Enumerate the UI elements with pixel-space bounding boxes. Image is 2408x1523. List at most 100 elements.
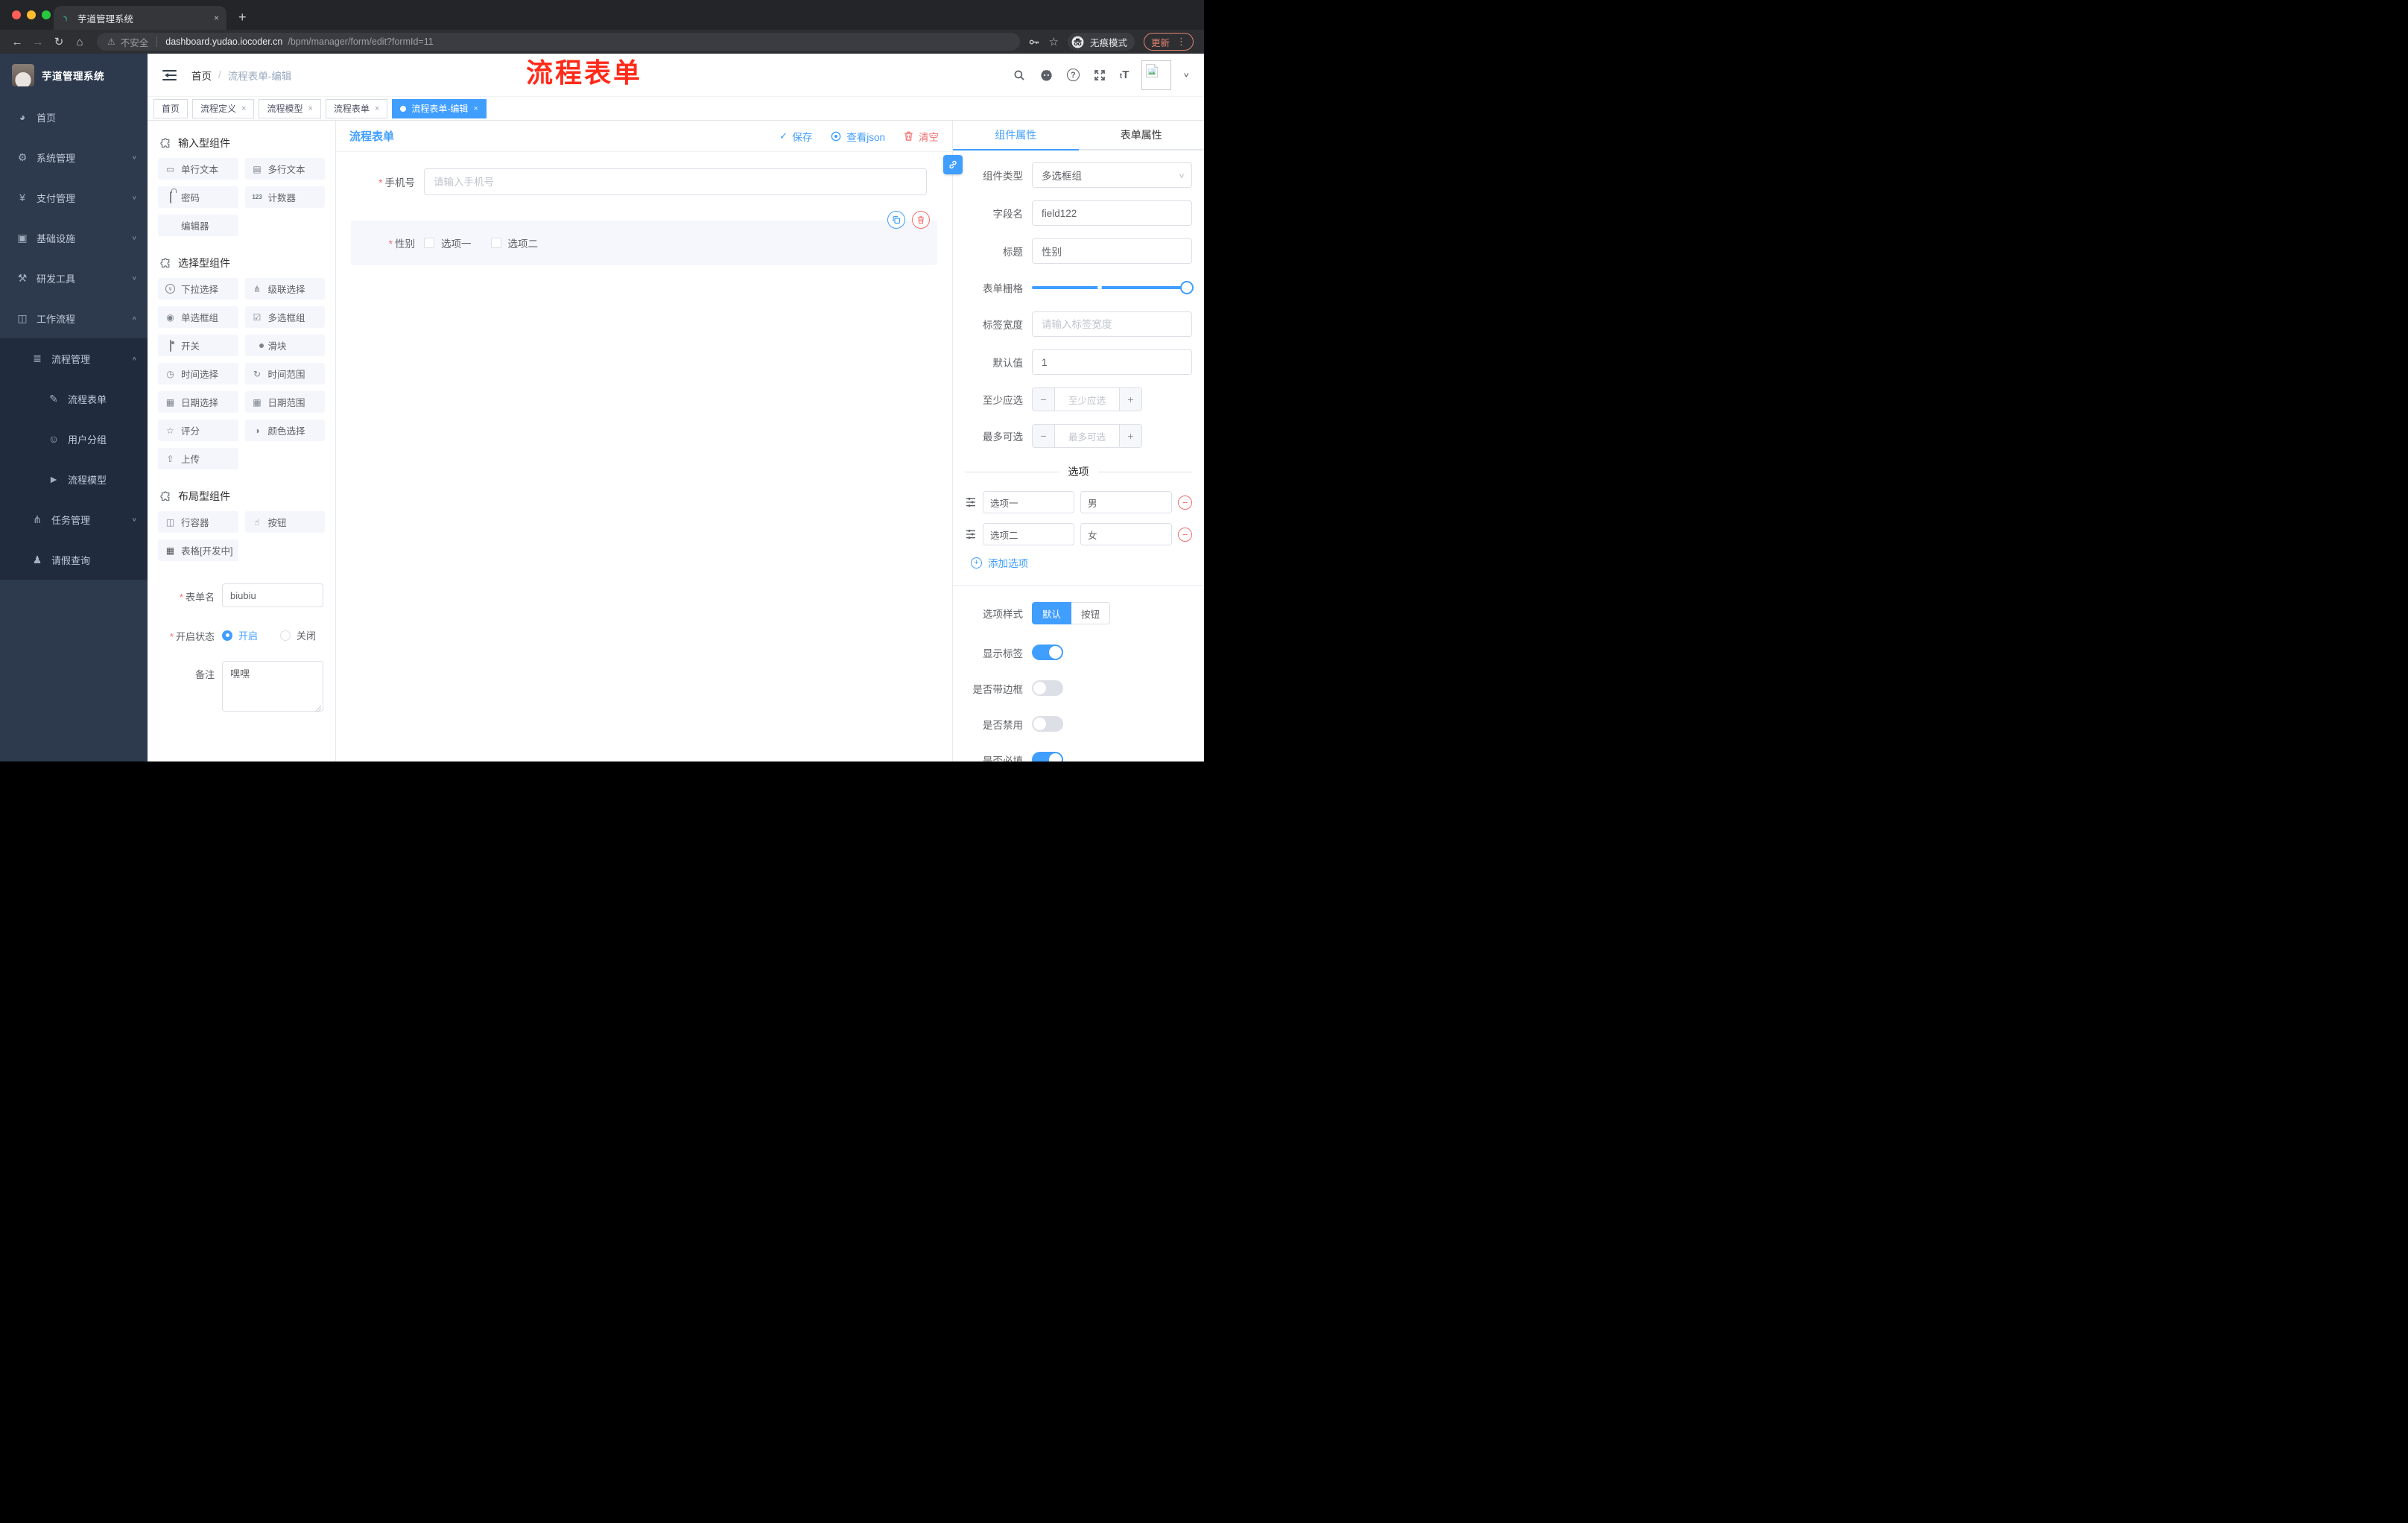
slider-handle[interactable] bbox=[1180, 281, 1194, 294]
palette-item-slider[interactable]: 滑块 bbox=[244, 335, 325, 356]
option-value-input[interactable] bbox=[1080, 491, 1172, 513]
palette-item-password[interactable]: 密码 bbox=[158, 186, 238, 208]
help-icon[interactable]: ? bbox=[1066, 69, 1080, 81]
palette-item-row-container[interactable]: ◫ 行容器 bbox=[158, 511, 238, 533]
tag-view-home[interactable]: 首页 bbox=[153, 98, 188, 118]
back-icon[interactable]: ← bbox=[7, 36, 27, 48]
sidebar-item-system[interactable]: ⚙ 系统管理 ∨ bbox=[0, 137, 148, 177]
option-value-input[interactable] bbox=[1080, 523, 1172, 545]
palette-item-upload[interactable]: ⇧ 上传 bbox=[158, 448, 238, 469]
forward-icon[interactable]: → bbox=[28, 36, 48, 48]
palette-item-button[interactable]: ☝ 按钮 bbox=[244, 511, 325, 533]
border-toggle[interactable] bbox=[1032, 680, 1063, 696]
sidebar-item-devtools[interactable]: ⚒ 研发工具 ∨ bbox=[0, 258, 148, 298]
remove-option-button[interactable]: − bbox=[1178, 495, 1192, 510]
show-label-toggle[interactable] bbox=[1032, 645, 1063, 660]
max-select-placeholder[interactable]: 最多可选 bbox=[1055, 425, 1119, 447]
sidebar-item-payment[interactable]: ¥ 支付管理 ∨ bbox=[0, 177, 148, 218]
sidebar-item-process-mgmt[interactable]: ≣ 流程管理 ∧ bbox=[0, 338, 148, 379]
gender-field-selected[interactable]: * 性别 选项一 选项二 bbox=[351, 211, 937, 265]
add-option-button[interactable]: + 添加选项 bbox=[971, 555, 1192, 570]
disabled-toggle[interactable] bbox=[1032, 716, 1063, 732]
sidebar-item-workflow[interactable]: ◫ 工作流程 ∧ bbox=[0, 298, 148, 338]
reload-icon[interactable]: ↻ bbox=[49, 35, 69, 48]
min-select-placeholder[interactable]: 至少应选 bbox=[1055, 388, 1119, 411]
minimize-window-button[interactable] bbox=[27, 10, 36, 19]
duplicate-field-button[interactable] bbox=[887, 211, 905, 229]
decrement-button[interactable]: − bbox=[1033, 388, 1055, 411]
tag-view-process-definition[interactable]: 流程定义 × bbox=[192, 98, 255, 118]
increment-button[interactable]: + bbox=[1119, 388, 1141, 411]
drag-handle-icon[interactable] bbox=[965, 528, 977, 540]
tab-component-props[interactable]: 组件属性 bbox=[953, 121, 1079, 151]
avatar[interactable] bbox=[1141, 60, 1172, 90]
palette-item-select[interactable]: ∨ 下拉选择 bbox=[158, 278, 238, 300]
form-name-input[interactable] bbox=[222, 583, 323, 607]
tag-view-process-form-edit[interactable]: 流程表单-编辑 × bbox=[392, 98, 487, 118]
close-icon[interactable]: × bbox=[308, 104, 312, 113]
palette-item-color-picker[interactable]: ◑ 颜色选择 bbox=[244, 419, 325, 441]
palette-item-radio-group[interactable]: ◉ 单选框组 bbox=[158, 306, 238, 328]
palette-item-single-text[interactable]: ▭ 单行文本 bbox=[158, 158, 238, 180]
radio-off-label[interactable]: 关闭 bbox=[297, 628, 316, 642]
close-tab-icon[interactable]: × bbox=[214, 13, 219, 23]
browser-update-menu-button[interactable]: 更新 ⋮ bbox=[1143, 33, 1194, 51]
field-binding-tag[interactable] bbox=[943, 155, 963, 174]
sidebar-item-infrastructure[interactable]: ▣ 基础设施 ∨ bbox=[0, 218, 148, 258]
label-width-input[interactable] bbox=[1032, 311, 1192, 337]
remove-option-button[interactable]: − bbox=[1178, 527, 1192, 542]
collapse-sidebar-icon[interactable] bbox=[162, 69, 177, 80]
tag-view-process-model[interactable]: 流程模型 × bbox=[259, 98, 321, 118]
new-tab-button[interactable]: + bbox=[238, 10, 247, 24]
option-label-input[interactable] bbox=[983, 491, 1074, 513]
sidebar-item-process-form[interactable]: ✎ 流程表单 bbox=[0, 379, 148, 419]
form-remark-textarea[interactable]: 嘿嘿 bbox=[222, 661, 323, 712]
palette-item-switch[interactable]: 开关 bbox=[158, 335, 238, 356]
style-default-button[interactable]: 默认 bbox=[1032, 602, 1072, 624]
palette-item-cascader[interactable]: ⋔ 级联选择 bbox=[244, 278, 325, 300]
radio-on-label[interactable]: 开启 bbox=[238, 628, 258, 642]
close-icon[interactable]: × bbox=[473, 104, 478, 113]
grid-slider[interactable] bbox=[1032, 281, 1194, 294]
save-button[interactable]: ✓ 保存 bbox=[779, 129, 812, 144]
github-icon[interactable] bbox=[1039, 68, 1054, 83]
palette-item-editor[interactable]: 编辑器 bbox=[158, 215, 238, 236]
palette-item-date-range[interactable]: ▦ 日期范围 bbox=[244, 391, 325, 413]
palette-item-checkbox-group[interactable]: ☑ 多选框组 bbox=[244, 306, 325, 328]
password-key-icon[interactable] bbox=[1027, 36, 1040, 48]
close-window-button[interactable] bbox=[12, 10, 21, 19]
avatar-caret-icon[interactable]: ∨ bbox=[1183, 72, 1190, 79]
field-name-input[interactable] bbox=[1032, 200, 1192, 226]
clear-button[interactable]: 清空 bbox=[903, 129, 939, 144]
tag-view-process-form[interactable]: 流程表单 × bbox=[325, 98, 388, 118]
close-icon[interactable]: × bbox=[241, 104, 246, 113]
view-json-button[interactable]: 查看json bbox=[830, 129, 885, 144]
palette-item-table[interactable]: ▦ 表格[开发中] bbox=[158, 539, 238, 561]
palette-item-date-picker[interactable]: ▦ 日期选择 bbox=[158, 391, 238, 413]
palette-item-time-picker[interactable]: ◷ 时间选择 bbox=[158, 363, 238, 384]
bookmark-star-icon[interactable]: ☆ bbox=[1049, 35, 1059, 48]
palette-item-rate[interactable]: ☆ 评分 bbox=[158, 419, 238, 441]
palette-item-counter[interactable]: 123 计数器 bbox=[244, 186, 325, 208]
radio-off[interactable] bbox=[280, 630, 291, 641]
font-size-icon[interactable]: tT bbox=[1120, 69, 1129, 81]
decrement-button[interactable]: − bbox=[1033, 425, 1055, 447]
palette-item-time-range[interactable]: ↻ 时间范围 bbox=[244, 363, 325, 384]
increment-button[interactable]: + bbox=[1119, 425, 1141, 447]
default-value-input[interactable] bbox=[1032, 349, 1192, 375]
sidebar-item-process-model[interactable]: ► 流程模型 bbox=[0, 459, 148, 499]
fullscreen-icon[interactable] bbox=[1092, 68, 1107, 83]
zoom-window-button[interactable] bbox=[42, 10, 51, 19]
checkbox-option-2[interactable]: 选项二 bbox=[490, 235, 538, 250]
phone-field-row[interactable]: * 手机号 bbox=[351, 168, 927, 195]
component-type-select[interactable]: 多选框组 ∨ bbox=[1032, 162, 1192, 188]
search-icon[interactable] bbox=[1012, 68, 1027, 83]
tab-form-props[interactable]: 表单属性 bbox=[1079, 121, 1205, 149]
close-icon[interactable]: × bbox=[375, 104, 379, 113]
drag-handle-icon[interactable] bbox=[965, 496, 977, 508]
required-toggle[interactable] bbox=[1032, 752, 1063, 762]
phone-input[interactable] bbox=[424, 168, 927, 195]
sidebar-item-home[interactable]: ◕ 首页 bbox=[0, 97, 148, 137]
checkbox-option-1[interactable]: 选项一 bbox=[424, 235, 472, 250]
sidebar-item-leave-query[interactable]: ♟ 请假查询 bbox=[0, 539, 148, 580]
